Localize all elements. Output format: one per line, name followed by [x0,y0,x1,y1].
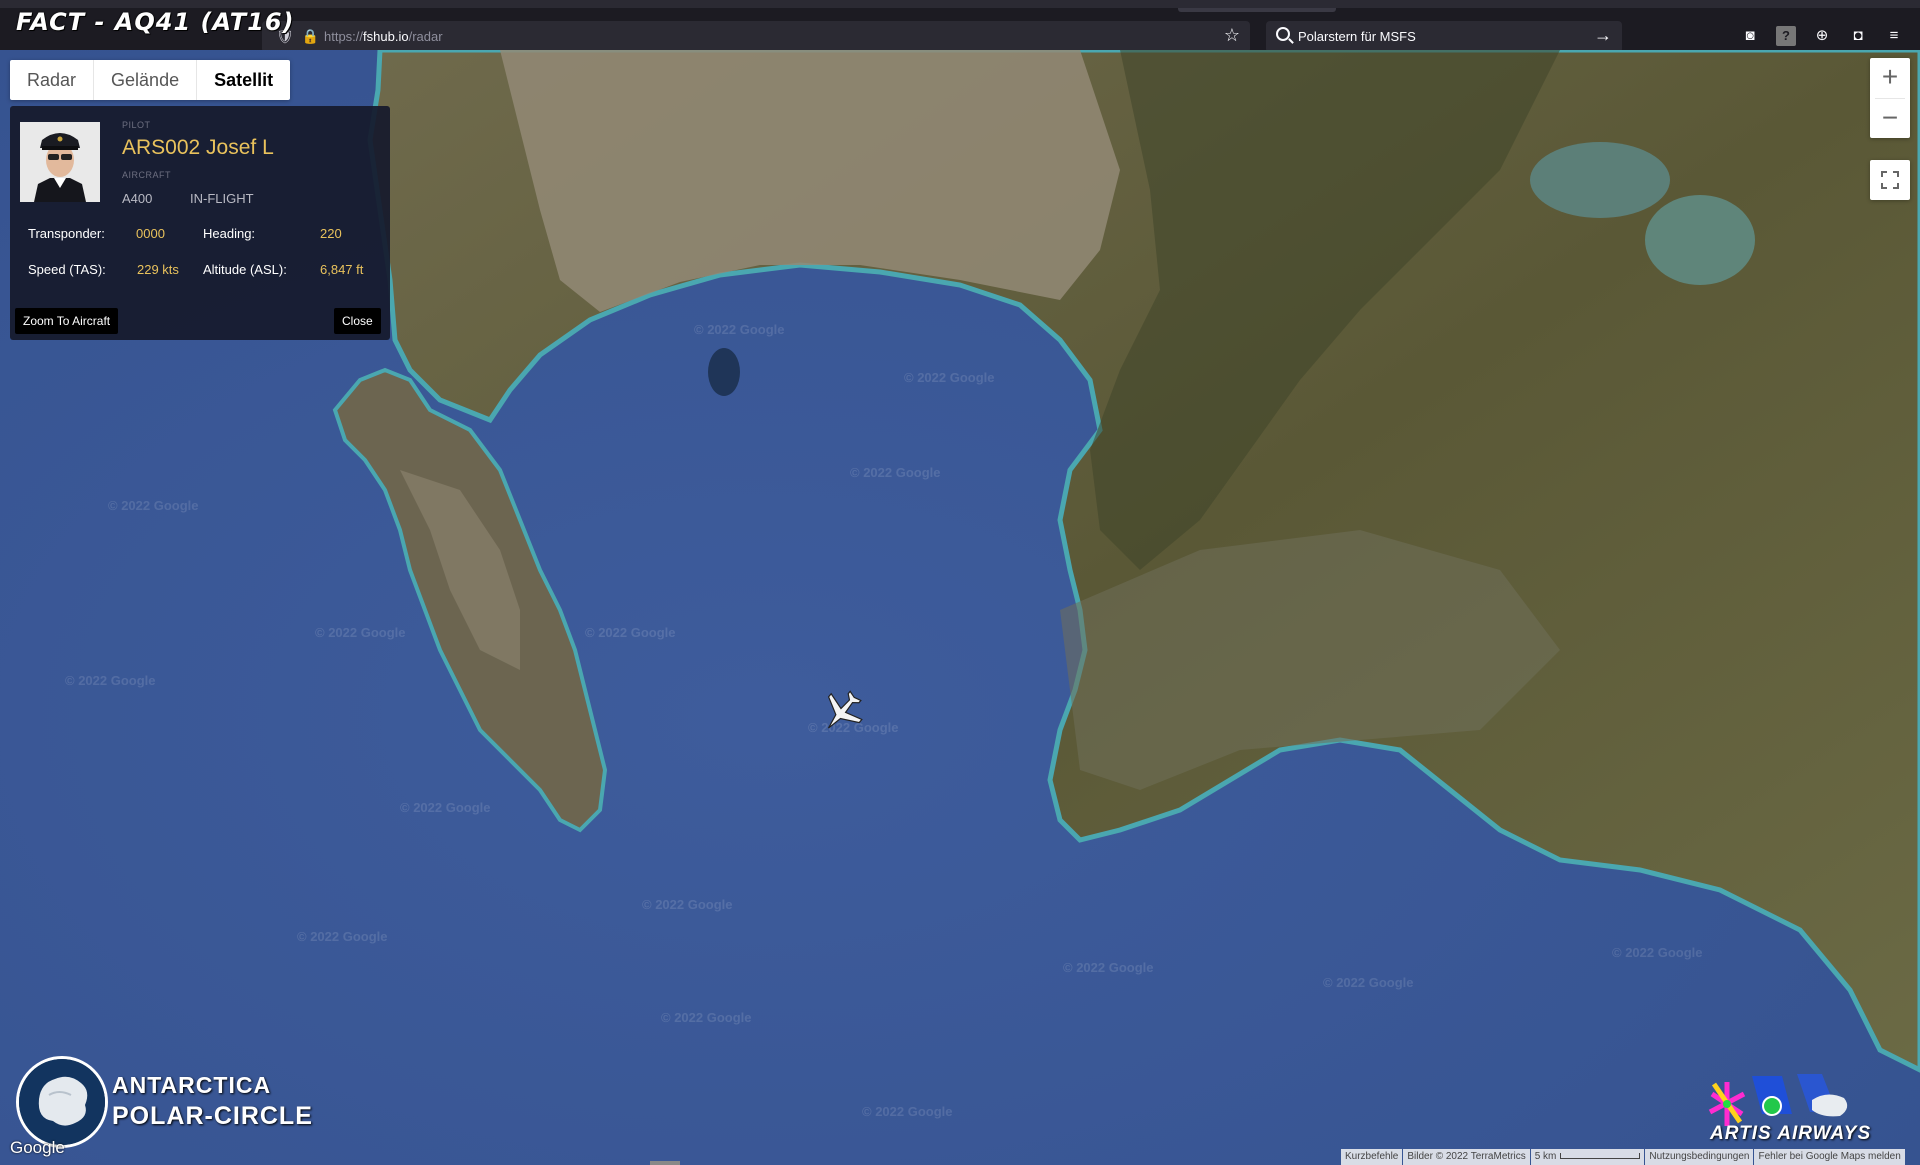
extension-help-icon[interactable]: ? [1776,26,1796,46]
speed-label: Speed (TAS): [28,262,106,277]
map-watermark: © 2022 Google [315,625,406,640]
artis-airways-title: ARTIS AIRWAYS [1710,1123,1872,1144]
menu-hamburger-icon[interactable]: ≡ [1884,26,1904,46]
flight-status: IN-FLIGHT [190,191,254,206]
pilot-avatar [20,122,100,202]
report-error-link[interactable]: Fehler bei Google Maps melden [1754,1149,1905,1165]
pilot-label: PILOT [122,120,151,130]
map-attribution: Kurzbefehle Bilder © 2022 TerraMetrics 5… [1340,1149,1905,1165]
scale-label: 5 km [1534,1151,1557,1162]
aircraft-marker-icon[interactable] [818,688,866,736]
heading-label: Heading: [203,226,256,241]
map-type-selector: Radar Gelände Satellit [10,60,291,100]
google-logo[interactable]: Google [10,1138,65,1158]
transponder-value: 0000 [136,226,165,241]
map-type-radar[interactable]: Radar [10,60,95,100]
map-watermark: © 2022 Google [642,897,733,912]
map-watermark: © 2022 Google [1323,975,1414,990]
fullscreen-icon [1881,171,1899,189]
pilot-name: ARS002 Josef L [122,136,274,159]
scale-bar [1560,1153,1641,1160]
pilot-info-panel: PILOT ARS002 Josef L AIRCRAFT A400 IN-FL… [10,106,390,340]
antarctica-logo [16,1056,108,1148]
heading-value: 220 [320,226,342,241]
map-watermark: © 2022 Google [904,370,995,385]
aircraft-label: AIRCRAFT [122,170,171,180]
active-tab-indicator[interactable] [1178,8,1336,12]
bookmark-star-icon[interactable]: ☆ [1224,25,1240,46]
imagery-attribution: Bilder © 2022 TerraMetrics [1403,1149,1530,1165]
transponder-label: Transponder: [28,226,105,241]
speed-value: 229 kts [137,262,179,277]
address-bar[interactable]: 🛡🔒 https://fshub.io/radar ☆ [262,21,1250,53]
antarctica-title: ANTARCTICA [112,1072,272,1098]
map-type-terrain[interactable]: Gelände [94,60,198,100]
map-watermark: © 2022 Google [850,465,941,480]
bottom-scroll-indicator [650,1161,680,1165]
map-watermark: © 2022 Google [661,1010,752,1025]
toolbar-icons: ◙ ? ⊕ ◘ ≡ [1740,26,1904,46]
map-watermark: © 2022 Google [1612,945,1703,960]
altitude-value: 6,847 ft [320,262,364,277]
fullscreen-button[interactable] [1870,160,1910,200]
pocket-icon[interactable]: ◙ [1740,26,1760,46]
map-watermark: © 2022 Google [862,1104,953,1119]
aircraft-type: A400 [122,191,153,206]
keyboard-shortcuts-link[interactable]: Kurzbefehle [1341,1149,1403,1165]
terms-link[interactable]: Nutzungsbedingungen [1645,1149,1754,1165]
polar-circle-title: POLAR-CIRCLE [112,1102,313,1130]
zoom-out-button[interactable]: − [1870,99,1910,139]
zoom-control: + − [1870,58,1910,138]
screenshot-icon[interactable]: ◘ [1848,26,1868,46]
map-watermark: © 2022 Google [65,673,156,688]
map-type-satellite[interactable]: Satellit [197,60,290,100]
map-watermark: © 2022 Google [108,498,199,513]
map-watermark: © 2022 Google [1063,960,1154,975]
search-bar[interactable]: Polarstern für MSFS → [1266,21,1622,53]
zoom-magnifier-icon[interactable]: ⊕ [1812,26,1832,46]
search-input[interactable]: Polarstern für MSFS [1298,29,1416,44]
map-watermark: © 2022 Google [585,625,676,640]
close-panel-button[interactable]: Close [334,308,381,334]
search-go-arrow-icon[interactable]: → [1594,25,1612,46]
map-scale[interactable]: 5 km [1530,1149,1645,1165]
map-watermark: © 2022 Google [694,322,785,337]
map-watermark: © 2022 Google [400,800,491,815]
map-watermark: © 2022 Google [297,929,388,944]
stream-title-overlay: FACT - AQ41 (AT16) [16,8,295,36]
screen: 🛡🔒 https://fshub.io/radar ☆ Polarstern f… [0,0,1920,1165]
url-text: https://fshub.io/radar [324,29,443,44]
search-icon [1276,27,1290,41]
altitude-label: Altitude (ASL): [203,262,287,277]
zoom-to-aircraft-button[interactable]: Zoom To Aircraft [15,308,119,334]
zoom-in-button[interactable]: + [1870,58,1910,98]
